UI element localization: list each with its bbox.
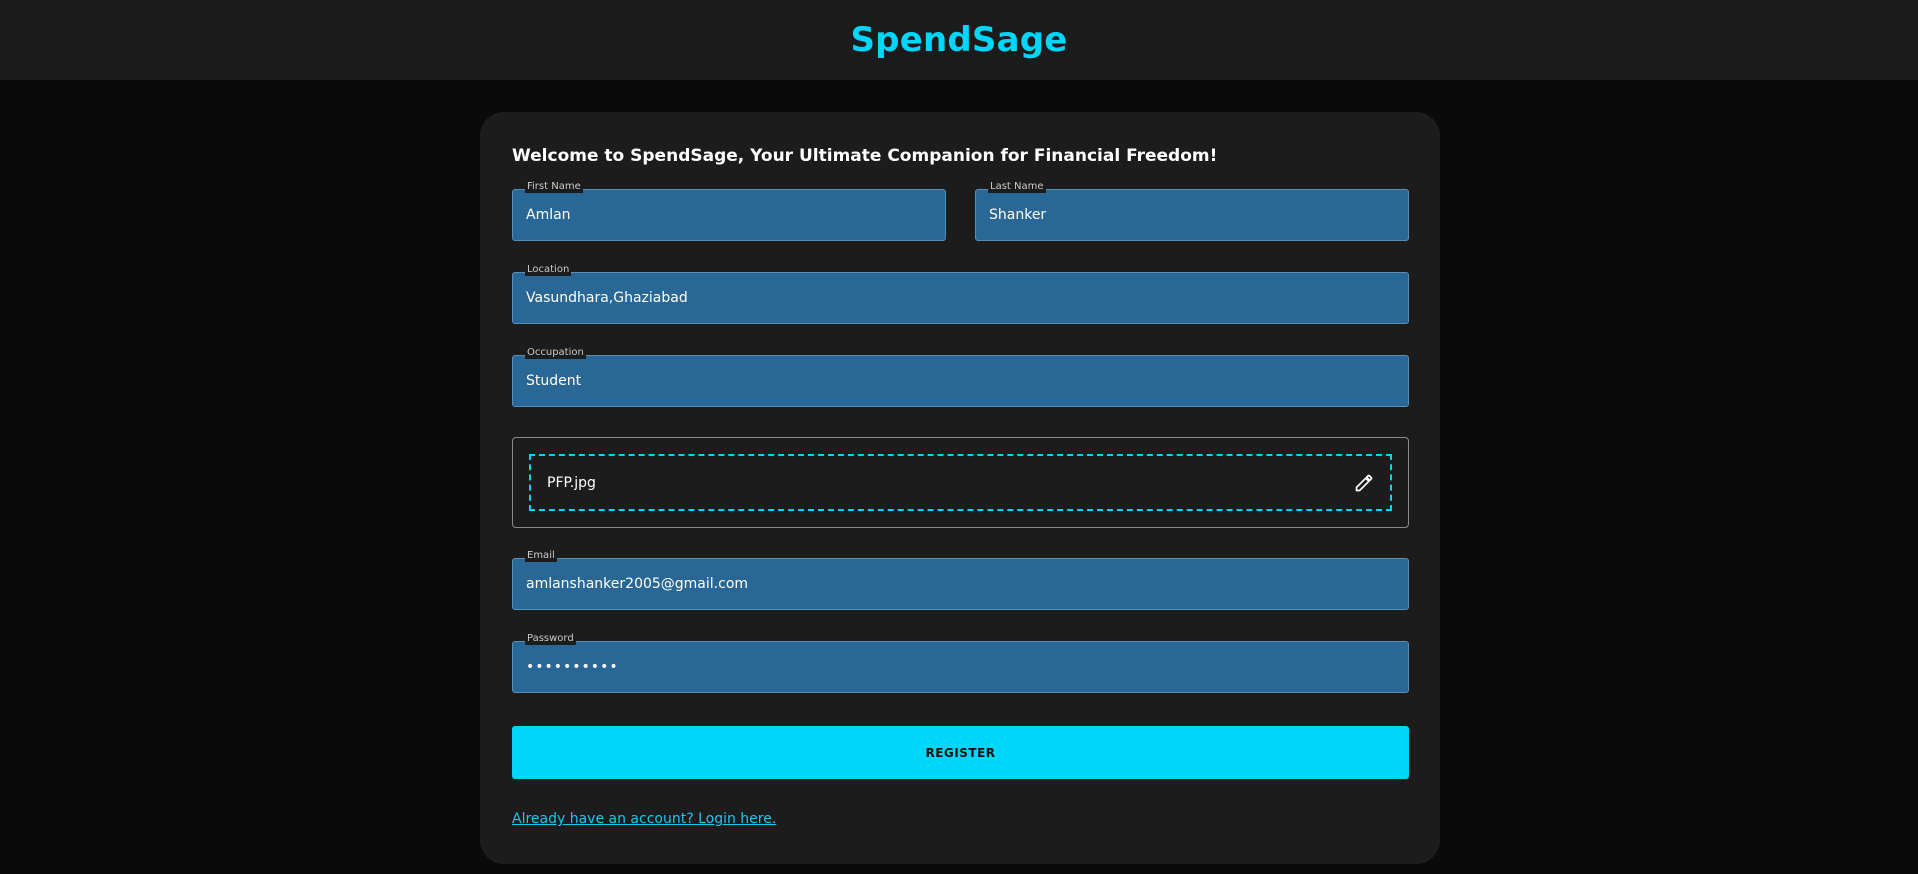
email-input[interactable]: amlanshanker2005@gmail.com	[526, 559, 748, 609]
register-form-card: Welcome to SpendSage, Your Ultimate Comp…	[480, 112, 1440, 864]
picture-dropzone[interactable]: PFP.jpg	[529, 454, 1392, 511]
location-input[interactable]: Vasundhara,Ghaziabad	[526, 273, 688, 323]
picture-filename: PFP.jpg	[547, 474, 596, 491]
picture-upload: PFP.jpg	[512, 437, 1409, 528]
last-name-field[interactable]: Last Name Shanker	[975, 181, 1409, 241]
first-name-field[interactable]: First Name Amlan	[512, 181, 946, 241]
brand-logo[interactable]: SpendSage	[850, 20, 1067, 60]
login-link[interactable]: Already have an account? Login here.	[512, 811, 776, 827]
register-button[interactable]: REGISTER	[512, 726, 1409, 779]
location-field[interactable]: Location Vasundhara,Ghaziabad	[512, 264, 1409, 324]
password-input[interactable]: ••••••••••	[526, 642, 619, 692]
pencil-edit-icon[interactable]	[1354, 473, 1374, 493]
password-field[interactable]: Password ••••••••••	[512, 633, 1409, 693]
first-name-input[interactable]: Amlan	[526, 190, 571, 240]
last-name-input[interactable]: Shanker	[989, 190, 1046, 240]
app-header: SpendSage	[0, 0, 1918, 80]
email-field[interactable]: Email amlanshanker2005@gmail.com	[512, 550, 1409, 610]
welcome-heading: Welcome to SpendSage, Your Ultimate Comp…	[512, 146, 1218, 166]
occupation-field[interactable]: Occupation Student	[512, 347, 1409, 407]
occupation-input[interactable]: Student	[526, 356, 581, 406]
